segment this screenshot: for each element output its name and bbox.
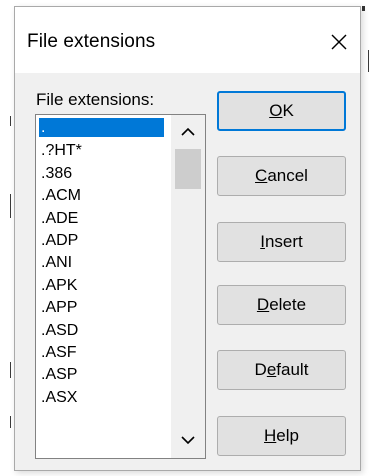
default-mnemonic: e [266,360,277,379]
list-label: File extensions: [36,90,155,109]
background-window-edge [362,6,365,11]
scroll-thumb[interactable] [175,149,201,189]
list-item[interactable]: .ASX [39,387,164,409]
help-button[interactable]: Help [217,416,346,456]
file-extensions-dialog: File extensions File extensions: . .?HT*.… [14,6,361,471]
scroll-down-button[interactable] [171,428,205,454]
list-item[interactable]: .ACM [39,185,164,207]
ok-button[interactable]: OK [217,91,346,131]
delete-button[interactable]: Delete [217,285,346,325]
insert-label: nsert [264,232,303,251]
background-divider [368,50,369,72]
list-item[interactable]: .ADE [39,208,164,230]
background-divider [10,362,11,378]
list-item[interactable]: .ASP [39,364,164,386]
list-item[interactable]: .ANI [39,252,164,274]
help-label: elp [276,426,299,445]
list-item[interactable]: .APK [39,275,164,297]
delete-mnemonic: D [256,295,270,314]
extensions-listbox[interactable]: . .?HT* .386 .ACM .ADE .ADP .ANI .APK .APP .ASD .A… [35,114,206,459]
cancel-label: ancel [267,166,308,185]
list-item[interactable]: .ADP [39,230,164,252]
background-divider [10,416,11,428]
title-bar[interactable]: File extensions [15,7,360,73]
default-button[interactable]: Default [217,350,346,390]
extensions-list: . .?HT* .386 .ACM .ADE .ADP .ANI .APK .APP .ASD .A… [39,118,164,409]
list-item[interactable]: .386 [39,163,164,185]
chevron-down-icon [181,436,195,445]
cancel-button[interactable]: Cancel [217,156,346,196]
background-divider [10,116,11,126]
chevron-up-icon [181,127,195,136]
list-item[interactable]: .ASD [39,320,164,342]
help-mnemonic: H [264,426,277,445]
scroll-up-button[interactable] [171,119,205,145]
ok-mnemonic: O [269,101,283,120]
insert-button[interactable]: Insert [217,222,346,262]
list-item[interactable]: . [39,118,164,137]
list-item[interactable]: .APP [39,297,164,319]
close-button[interactable] [322,25,356,59]
default-label: fault [276,360,309,379]
cancel-mnemonic: C [255,166,268,185]
vertical-scrollbar[interactable] [171,115,205,458]
list-item[interactable]: .ASF [39,342,164,364]
ok-label: K [282,101,294,120]
background-divider [10,194,11,218]
delete-label: elete [269,295,307,314]
default-label-start: D [254,360,267,379]
close-icon [331,34,347,50]
list-item[interactable]: .?HT* [39,140,164,162]
dialog-title: File extensions [27,31,156,52]
